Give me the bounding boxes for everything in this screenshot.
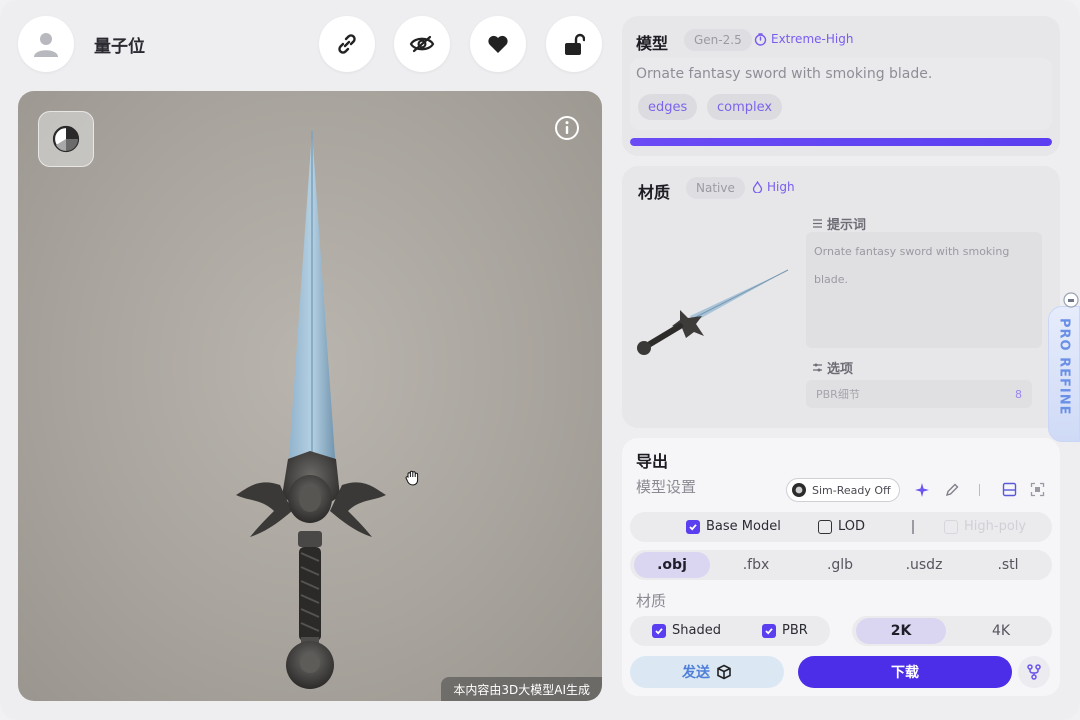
- eye-off-icon: [409, 35, 435, 53]
- material-native-chip[interactable]: Native: [686, 177, 745, 199]
- heart-icon: [488, 35, 508, 53]
- drop-icon: [752, 181, 763, 193]
- high-poly-label: High-poly: [964, 519, 1027, 534]
- generation-progress-bar: [630, 138, 1052, 146]
- model-version-chip[interactable]: Gen-2.5: [684, 29, 752, 51]
- tag-edges[interactable]: edges: [638, 94, 698, 120]
- checkbox-checked-icon: [686, 519, 700, 534]
- lod-label: LOD: [838, 519, 866, 534]
- row-divider: [912, 520, 914, 534]
- send-button[interactable]: 发送: [630, 656, 784, 688]
- pbr-checkbox[interactable]: PBR: [762, 623, 808, 638]
- fork-icon: [1027, 664, 1041, 680]
- model-quality-label: Extreme-High: [771, 32, 854, 46]
- app-window: 量子位 本内容由3D大模型AI生成 模型 Gen-2.5 Extreme-Hig…: [0, 0, 1080, 720]
- material-title: 材质: [638, 183, 671, 202]
- format-stl[interactable]: .stl: [970, 552, 1046, 578]
- share-link-button[interactable]: [319, 16, 375, 72]
- toolbar-divider: [979, 484, 980, 496]
- progress-fill: [630, 138, 1052, 146]
- edit-icon[interactable]: [944, 482, 960, 498]
- format-glb[interactable]: .glb: [802, 552, 878, 578]
- sword-material-thumbnail: [637, 269, 789, 355]
- options-icon: [813, 363, 822, 372]
- checkbox-checked-icon: [762, 623, 776, 638]
- texture-icon[interactable]: [1002, 482, 1017, 497]
- shaded-label: Shaded: [672, 623, 721, 638]
- sword-model-render: [236, 131, 386, 689]
- format-selector: .obj .fbx .glb .usdz .stl: [630, 550, 1052, 580]
- options-label-text: 选项: [827, 362, 854, 377]
- material-prompt-line2: blade.: [814, 273, 849, 286]
- sim-ready-toggle[interactable]: Sim-Ready Off: [786, 478, 900, 502]
- pro-refine-icon: [1063, 292, 1079, 308]
- tag-complex[interactable]: complex: [707, 94, 783, 120]
- favorite-button[interactable]: [470, 16, 526, 72]
- timer-icon: [754, 32, 767, 46]
- pie-view-icon: [52, 125, 80, 153]
- material-prompt-line1: Ornate fantasy sword with smoking: [814, 245, 1010, 258]
- pro-refine-label: PRO REFINE: [1056, 318, 1072, 416]
- user-icon: [34, 33, 58, 57]
- view-mode-button[interactable]: [38, 111, 94, 167]
- sim-ready-label: Sim-Ready Off: [812, 483, 891, 497]
- model-prompt-box[interactable]: Ornate fantasy sword with smoking blade.…: [630, 58, 1052, 130]
- checkbox-disabled-icon: [944, 519, 958, 534]
- sliders-icon: [813, 219, 822, 228]
- username: 量子位: [94, 37, 145, 57]
- grab-cursor-icon: [405, 470, 419, 486]
- resolution-selector: 2K 4K: [852, 616, 1052, 646]
- format-obj[interactable]: .obj: [634, 552, 710, 578]
- model-title: 模型: [636, 34, 669, 53]
- model-settings-label: 模型设置: [636, 478, 697, 496]
- model-quality[interactable]: Extreme-High: [754, 32, 853, 46]
- visibility-button[interactable]: [394, 16, 450, 72]
- pbr-detail-option[interactable]: PBR细节 8: [806, 380, 1032, 408]
- format-fbx[interactable]: .fbx: [718, 552, 794, 578]
- send-label: 发送: [682, 665, 710, 681]
- unlock-icon: [565, 33, 585, 55]
- link-icon: [338, 34, 356, 54]
- toggle-off-icon: [792, 483, 806, 497]
- export-title: 导出: [636, 452, 669, 471]
- resolution-4k[interactable]: 4K: [956, 618, 1046, 644]
- options-label: 选项: [812, 358, 853, 377]
- material-prompt-box[interactable]: Ornate fantasy sword with smoking blade.: [806, 232, 1042, 348]
- prompt-label: 提示词: [812, 214, 866, 233]
- base-model-checkbox[interactable]: Base Model: [686, 519, 781, 534]
- shaded-checkbox[interactable]: Shaded: [652, 623, 721, 638]
- material-export-label: 材质: [636, 592, 667, 610]
- model-prompt-text: Ornate fantasy sword with smoking blade.: [636, 66, 933, 82]
- lock-button[interactable]: [546, 16, 602, 72]
- branch-button[interactable]: [1018, 656, 1050, 688]
- pbr-label: PBR: [782, 623, 808, 638]
- cube-icon: [717, 664, 731, 680]
- material-quality[interactable]: High: [752, 180, 795, 194]
- info-icon[interactable]: [554, 115, 580, 141]
- lod-checkbox[interactable]: LOD: [818, 519, 865, 534]
- material-panel: 材质 Native High 提示词 Ornate fantasy sword …: [622, 166, 1060, 428]
- model-panel: 模型 Gen-2.5 Extreme-High Ornate fantasy s…: [622, 16, 1060, 156]
- format-usdz[interactable]: .usdz: [886, 552, 962, 578]
- sparkle-icon[interactable]: [914, 482, 930, 498]
- avatar[interactable]: [18, 16, 74, 72]
- material-options-row: Shaded PBR: [630, 616, 830, 646]
- model-viewport[interactable]: 本内容由3D大模型AI生成: [18, 91, 602, 701]
- base-model-label: Base Model: [706, 519, 781, 534]
- download-button[interactable]: 下载: [798, 656, 1012, 688]
- model-options-row: Base Model LOD High-poly: [630, 512, 1052, 542]
- pbr-detail-value: 8: [1015, 387, 1022, 401]
- checkbox-unchecked-icon: [818, 519, 832, 534]
- ai-generated-caption: 本内容由3D大模型AI生成: [441, 677, 602, 701]
- prompt-label-text: 提示词: [827, 218, 867, 233]
- material-quality-label: High: [767, 180, 795, 194]
- export-panel: 导出 模型设置 Sim-Ready Off Base Model LOD Hig…: [622, 438, 1060, 696]
- focus-frame-icon[interactable]: [1030, 482, 1045, 497]
- resolution-2k[interactable]: 2K: [856, 618, 946, 644]
- high-poly-checkbox[interactable]: High-poly: [944, 519, 1026, 534]
- checkbox-checked-icon: [652, 623, 666, 638]
- pbr-detail-label: PBR细节: [816, 388, 860, 401]
